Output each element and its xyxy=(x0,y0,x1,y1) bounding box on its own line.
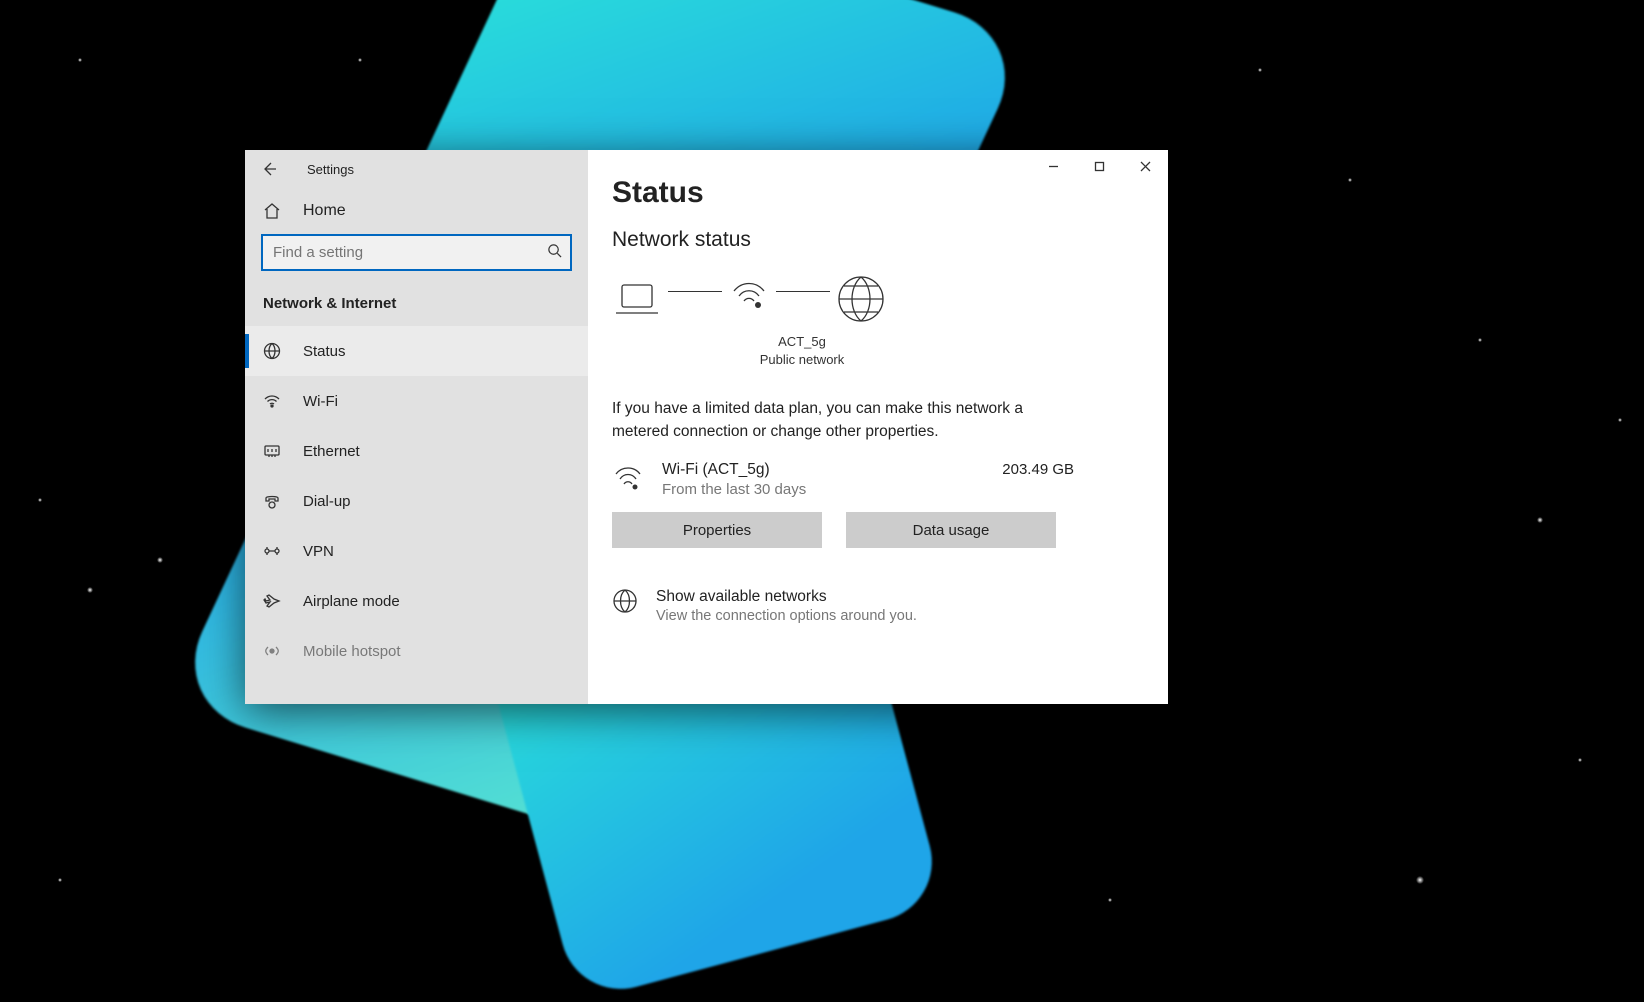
hotspot-icon xyxy=(263,642,281,660)
info-text: If you have a limited data plan, you can… xyxy=(612,398,1032,443)
window-title: Settings xyxy=(307,162,354,177)
sidebar-item-dialup[interactable]: Dial-up xyxy=(245,476,588,526)
titlebar: Settings xyxy=(245,150,588,188)
minimize-button[interactable] xyxy=(1030,150,1076,182)
sidebar: Settings Home Network & Internet Stat xyxy=(245,150,588,704)
sidebar-item-label: Dial-up xyxy=(303,493,351,510)
wifi-icon xyxy=(263,392,281,410)
network-name: Wi-Fi (ACT_5g) xyxy=(662,461,984,479)
sidebar-item-label: Airplane mode xyxy=(303,593,400,610)
window-controls xyxy=(1030,150,1168,182)
properties-button[interactable]: Properties xyxy=(612,512,822,548)
globe-icon xyxy=(836,274,886,329)
home-label: Home xyxy=(303,202,346,220)
sidebar-item-label: Wi-Fi xyxy=(303,393,338,410)
maximize-button[interactable] xyxy=(1076,150,1122,182)
sidebar-nav: Status Wi-Fi Ethernet Dial-up xyxy=(245,326,588,676)
close-button[interactable] xyxy=(1122,150,1168,182)
search-input[interactable] xyxy=(261,234,572,271)
back-button[interactable] xyxy=(259,159,279,179)
network-ssid: ACT_5g xyxy=(712,333,892,351)
section-title: Network status xyxy=(612,228,1144,252)
sidebar-item-hotspot[interactable]: Mobile hotspot xyxy=(245,626,588,676)
available-subtitle: View the connection options around you. xyxy=(656,608,917,624)
arrow-left-icon xyxy=(261,161,277,177)
sidebar-home[interactable]: Home xyxy=(245,188,588,234)
network-diagram xyxy=(612,274,1144,329)
available-title: Show available networks xyxy=(656,588,917,606)
network-usage: 203.49 GB xyxy=(1002,461,1144,478)
data-usage-button[interactable]: Data usage xyxy=(846,512,1056,548)
ethernet-icon xyxy=(263,442,281,460)
connector-line xyxy=(668,291,722,293)
network-usage-block: Wi-Fi (ACT_5g) From the last 30 days 203… xyxy=(612,461,1144,498)
content-pane: Status Network status ACT_5g Public netw… xyxy=(588,150,1168,704)
network-type: Public network xyxy=(712,351,892,369)
wifi-icon xyxy=(612,461,644,498)
airplane-icon xyxy=(263,592,281,610)
wifi-icon xyxy=(728,275,770,316)
vpn-icon xyxy=(263,542,281,560)
sidebar-item-wifi[interactable]: Wi-Fi xyxy=(245,376,588,426)
sidebar-item-label: Status xyxy=(303,343,346,360)
connector-line xyxy=(776,291,830,293)
network-period: From the last 30 days xyxy=(662,481,984,498)
globe-network-icon xyxy=(612,588,638,619)
sidebar-item-ethernet[interactable]: Ethernet xyxy=(245,426,588,476)
sidebar-item-vpn[interactable]: VPN xyxy=(245,526,588,576)
sidebar-item-label: VPN xyxy=(303,543,334,560)
settings-window: Settings Home Network & Internet Stat xyxy=(245,150,1168,704)
home-icon xyxy=(263,202,281,220)
sidebar-item-status[interactable]: Status xyxy=(245,326,588,376)
sidebar-item-airplane[interactable]: Airplane mode xyxy=(245,576,588,626)
laptop-icon xyxy=(612,279,662,324)
diagram-caption: ACT_5g Public network xyxy=(712,333,892,368)
globe-icon xyxy=(263,342,281,360)
sidebar-section-label: Network & Internet xyxy=(245,283,588,326)
show-available-networks[interactable]: Show available networks View the connect… xyxy=(612,588,1144,624)
sidebar-item-label: Mobile hotspot xyxy=(303,643,401,660)
sidebar-item-label: Ethernet xyxy=(303,443,360,460)
dialup-icon xyxy=(263,492,281,510)
